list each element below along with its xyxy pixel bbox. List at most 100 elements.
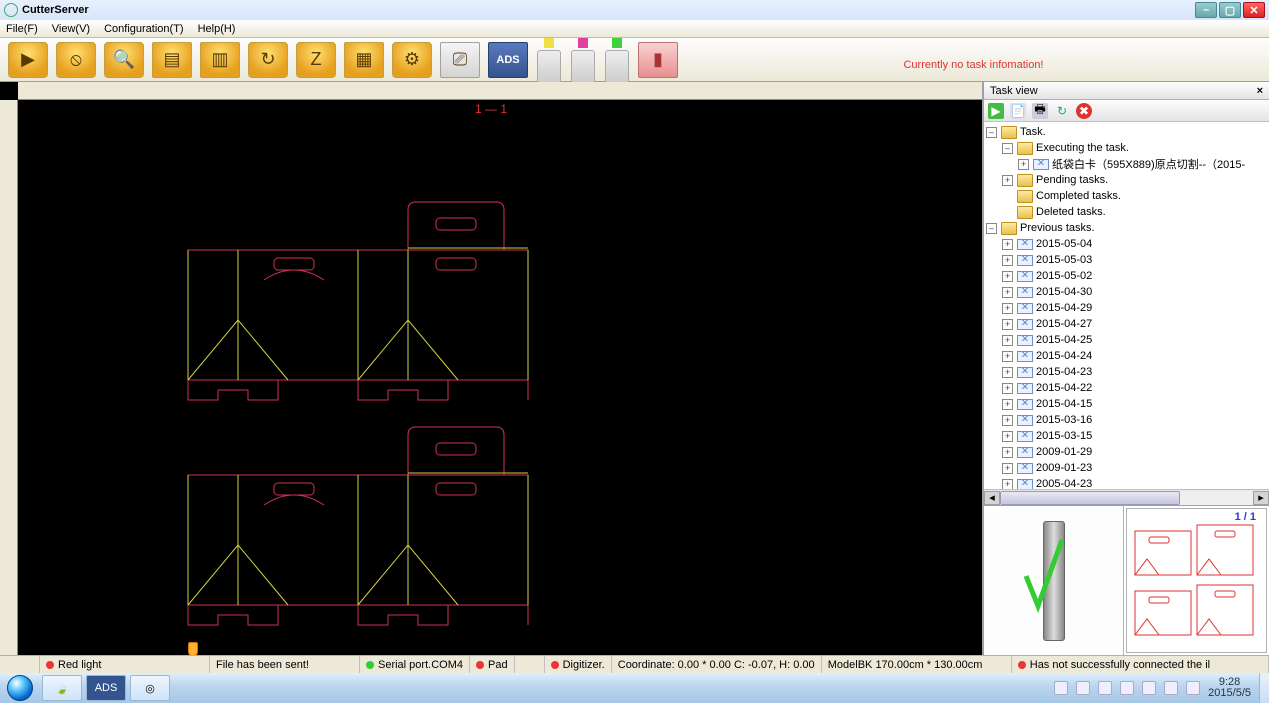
task-panel-close[interactable]: × xyxy=(1257,85,1263,97)
rotate-button[interactable]: ↻ xyxy=(248,42,288,78)
tray-icon[interactable] xyxy=(1054,681,1068,695)
tree-date-item[interactable]: +2015-04-23 xyxy=(986,364,1267,380)
tree-deleted[interactable]: Deleted tasks. xyxy=(986,204,1267,220)
mail-icon xyxy=(1017,319,1033,330)
tree-toggle[interactable]: + xyxy=(1002,239,1013,250)
tree-toggle[interactable]: + xyxy=(1002,367,1013,378)
taskbar-app-1[interactable]: 🍃 xyxy=(42,675,82,701)
tree-toggle[interactable]: – xyxy=(986,127,997,138)
tree-date-item[interactable]: +2015-04-25 xyxy=(986,332,1267,348)
menu-file[interactable]: File(F) xyxy=(6,23,38,35)
tray-icon[interactable] xyxy=(1076,681,1090,695)
tree-toggle[interactable]: + xyxy=(1002,335,1013,346)
menu-configuration[interactable]: Configuration(T) xyxy=(104,23,183,35)
tree-date-item[interactable]: +2015-05-03 xyxy=(986,252,1267,268)
tree-toggle[interactable]: + xyxy=(1002,255,1013,266)
tree-date-item[interactable]: +2015-04-27 xyxy=(986,316,1267,332)
show-desktop-button[interactable] xyxy=(1259,673,1269,703)
menu-view[interactable]: View(V) xyxy=(52,23,90,35)
mail-icon xyxy=(1017,431,1033,442)
swatch-yellow[interactable] xyxy=(544,38,554,48)
start-button[interactable] xyxy=(0,673,40,703)
task-stop-button[interactable]: ✖ xyxy=(1076,103,1092,119)
taskbar-app-ads[interactable]: ADS xyxy=(86,675,126,701)
tree-date-item[interactable]: +2015-04-15 xyxy=(986,396,1267,412)
tree-toggle[interactable]: + xyxy=(1018,159,1029,170)
tree-date-item[interactable]: +2015-04-30 xyxy=(986,284,1267,300)
tree-scrollbar[interactable]: ◂ ▸ xyxy=(984,489,1269,505)
play-button[interactable]: ▶ xyxy=(8,42,48,78)
minimize-button[interactable]: – xyxy=(1195,2,1217,18)
tree-toggle[interactable]: + xyxy=(1002,287,1013,298)
tree-date-item[interactable]: +2009-01-23 xyxy=(986,460,1267,476)
tray-icon[interactable] xyxy=(1186,681,1200,695)
tree-toggle[interactable]: + xyxy=(1002,399,1013,410)
tree-toggle[interactable]: + xyxy=(1002,319,1013,330)
tray-icon[interactable] xyxy=(1142,681,1156,695)
maximize-button[interactable]: ▢ xyxy=(1219,2,1241,18)
task-run-button[interactable]: ▶ xyxy=(988,103,1004,119)
tree-toggle[interactable]: + xyxy=(1002,383,1013,394)
tree-completed[interactable]: Completed tasks. xyxy=(986,188,1267,204)
tree-toggle[interactable]: + xyxy=(1002,463,1013,474)
tray-icon[interactable] xyxy=(1120,681,1134,695)
swatch-green[interactable] xyxy=(612,38,622,48)
layout-button[interactable]: ▦ xyxy=(344,42,384,78)
ads-button[interactable]: ADS xyxy=(488,42,528,78)
tree-toggle[interactable]: + xyxy=(1002,303,1013,314)
scroll-right-button[interactable]: ▸ xyxy=(1253,491,1269,505)
tree-exec-item[interactable]: +纸袋白卡（595X889)原点切割--（2015- xyxy=(986,156,1267,172)
tree-previous[interactable]: –Previous tasks. xyxy=(986,220,1267,236)
origin-button[interactable]: Z xyxy=(296,42,336,78)
tree-toggle[interactable]: + xyxy=(1002,447,1013,458)
task-refresh-button[interactable]: ↻ xyxy=(1054,103,1070,119)
canvas[interactable]: 1 — 1 xyxy=(18,100,964,655)
taskbar-app-cutterserver[interactable]: ◎ xyxy=(130,675,170,701)
tree-toggle[interactable]: – xyxy=(1002,143,1013,154)
mail-icon xyxy=(1017,367,1033,378)
door-button[interactable]: ⎚ xyxy=(440,42,480,78)
tree-task-root[interactable]: –Task. xyxy=(986,124,1267,140)
window-title: CutterServer xyxy=(22,4,1195,16)
menu-help[interactable]: Help(H) xyxy=(198,23,236,35)
tree-date-item[interactable]: +2015-04-22 xyxy=(986,380,1267,396)
tree-toggle[interactable]: + xyxy=(1002,431,1013,442)
layout-preview[interactable]: 1 / 1 xyxy=(1126,508,1267,653)
zoom-button[interactable]: 🔍 xyxy=(104,42,144,78)
tray-clock[interactable]: 9:28 2015/5/5 xyxy=(1208,677,1251,699)
tree-toggle[interactable]: – xyxy=(986,223,997,234)
tree-executing[interactable]: –Executing the task. xyxy=(986,140,1267,156)
tray-icon[interactable] xyxy=(1164,681,1178,695)
emergency-button[interactable]: ▮ xyxy=(638,42,678,78)
task-open-button[interactable]: 📄 xyxy=(1010,103,1026,119)
tree-date-item[interactable]: +2005-04-23 xyxy=(986,476,1267,489)
grid-button[interactable]: ▥ xyxy=(200,42,240,78)
tree-date-item[interactable]: +2015-04-24 xyxy=(986,348,1267,364)
scroll-left-button[interactable]: ◂ xyxy=(984,491,1000,505)
tree-toggle[interactable]: + xyxy=(1002,479,1013,490)
tray-icon[interactable] xyxy=(1098,681,1112,695)
tree-date-item[interactable]: +2015-05-02 xyxy=(986,268,1267,284)
led-red-icon xyxy=(551,661,559,669)
scroll-thumb[interactable] xyxy=(1000,491,1180,505)
task-tree[interactable]: –Task.–Executing the task.+纸袋白卡（595X889)… xyxy=(984,122,1269,489)
close-button[interactable]: ✕ xyxy=(1243,2,1265,18)
task-print-button[interactable]: 🖶 xyxy=(1032,103,1048,119)
tree-pending[interactable]: +Pending tasks. xyxy=(986,172,1267,188)
tool-button[interactable]: ⚙ xyxy=(392,42,432,78)
tree-date-item[interactable]: +2015-04-29 xyxy=(986,300,1267,316)
tree-date-item[interactable]: +2015-05-04 xyxy=(986,236,1267,252)
origin-marker-icon[interactable] xyxy=(188,642,198,655)
tree-toggle[interactable]: + xyxy=(1002,175,1013,186)
scroll-track[interactable] xyxy=(1000,491,1253,505)
tree-date-item[interactable]: +2009-01-29 xyxy=(986,444,1267,460)
tree-toggle[interactable]: + xyxy=(1002,415,1013,426)
status-conn: Has not successfully connected the il xyxy=(1030,659,1210,671)
stop-button[interactable]: ⦸ xyxy=(56,42,96,78)
align-button[interactable]: ▤ xyxy=(152,42,192,78)
tree-date-item[interactable]: +2015-03-15 xyxy=(986,428,1267,444)
tree-toggle[interactable]: + xyxy=(1002,271,1013,282)
tree-toggle[interactable]: + xyxy=(1002,351,1013,362)
swatch-magenta[interactable] xyxy=(578,38,588,48)
tree-date-item[interactable]: +2015-03-16 xyxy=(986,412,1267,428)
